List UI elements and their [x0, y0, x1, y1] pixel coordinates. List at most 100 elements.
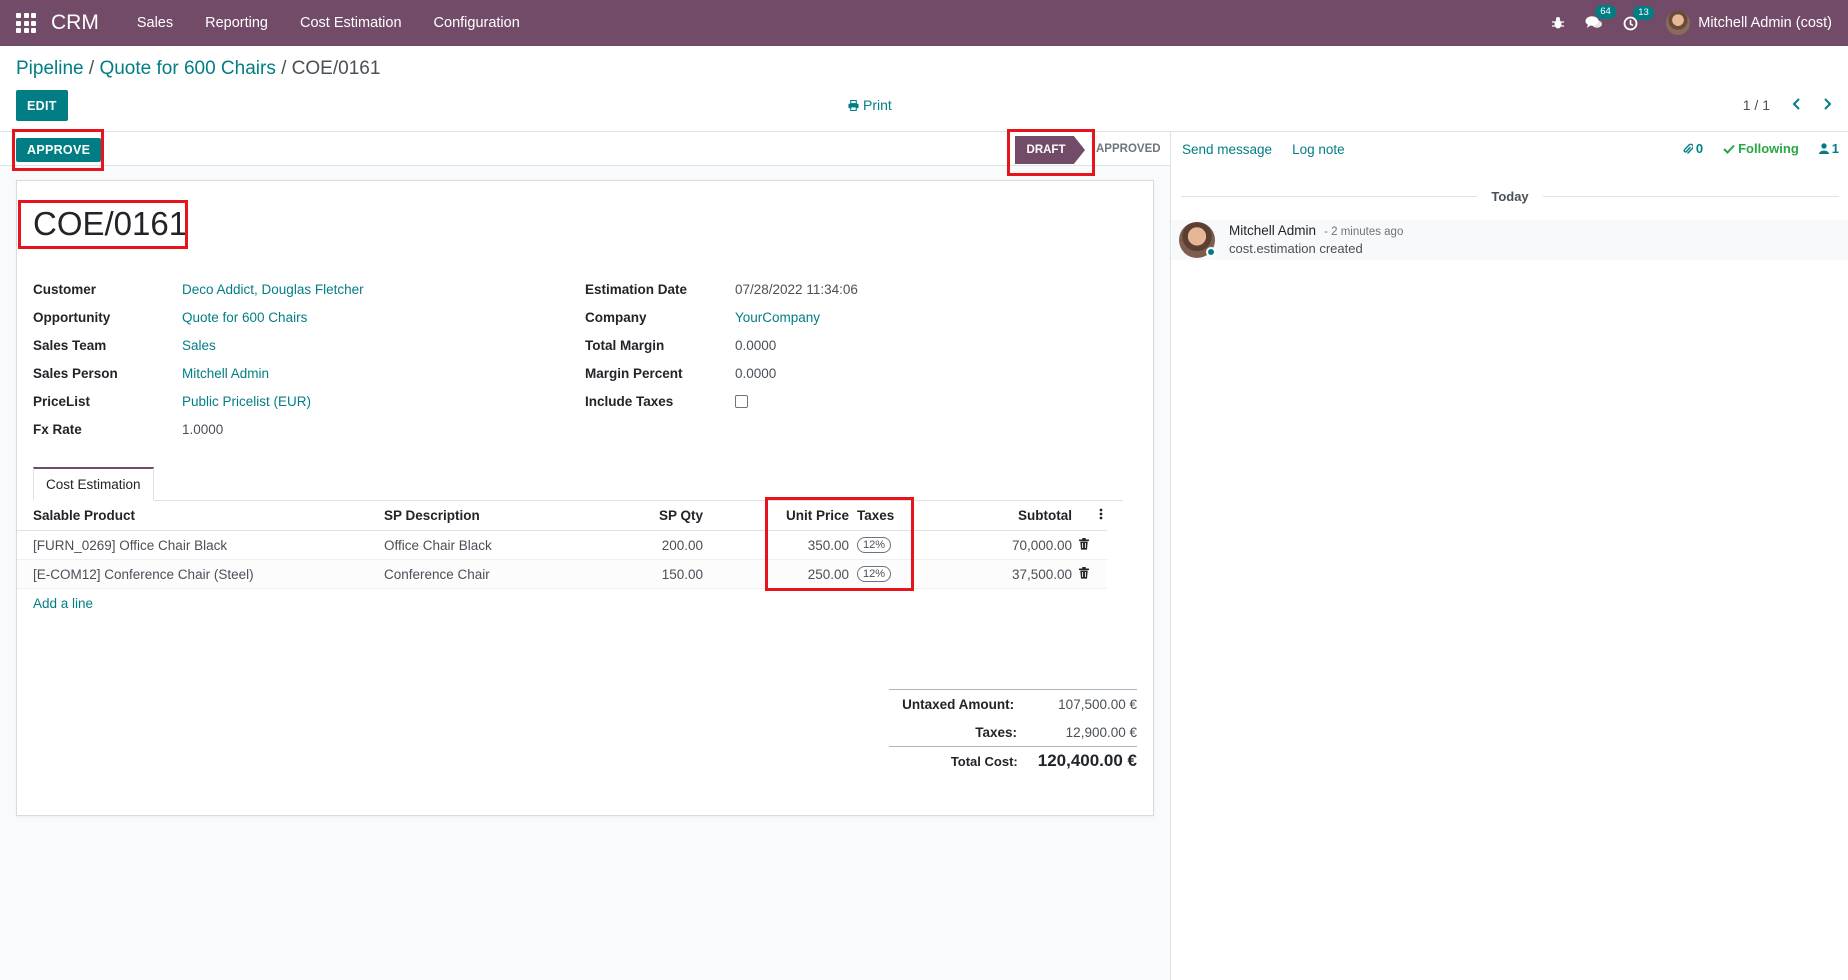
- table-row[interactable]: [E-COM12] Conference Chair (Steel) Confe…: [17, 560, 1107, 589]
- attachments-button[interactable]: 0: [1683, 141, 1703, 156]
- apps-menu-icon[interactable]: [16, 13, 36, 33]
- menu-reporting[interactable]: Reporting: [189, 0, 284, 46]
- menu-configuration[interactable]: Configuration: [418, 0, 536, 46]
- company-value[interactable]: YourCompany: [735, 310, 820, 325]
- taxes-value: 12,900.00 €: [1065, 724, 1137, 740]
- header-subtotal[interactable]: Subtotal: [1018, 508, 1072, 523]
- include-taxes-label: Include Taxes: [585, 393, 674, 409]
- estimation-date-label: Estimation Date: [585, 281, 688, 297]
- approve-button[interactable]: APPROVE: [16, 138, 102, 162]
- fields-left: Customer Deco Addict, Douglas Fletcher O…: [33, 275, 364, 443]
- edit-button[interactable]: EDIT: [16, 90, 68, 121]
- pager-next-icon[interactable]: [1823, 97, 1832, 113]
- date-separator-label: Today: [1491, 188, 1529, 204]
- delete-row-trash-icon[interactable]: [1079, 566, 1089, 582]
- table-row[interactable]: [FURN_0269] Office Chair Black Office Ch…: [17, 531, 1107, 560]
- row-tax-tag[interactable]: 12%: [857, 566, 892, 582]
- stage-draft[interactable]: DRAFT: [1015, 136, 1085, 164]
- cost-lines-table: Salable Product SP Description SP Qty Un…: [17, 501, 1107, 617]
- untaxed-amount-label: Untaxed Amount:: [902, 696, 1015, 712]
- pager-value[interactable]: 1 / 1: [1743, 97, 1770, 113]
- form-sheet: COE/0161 Customer Deco Addict, Douglas F…: [16, 180, 1154, 816]
- header-unit-price[interactable]: Unit Price: [786, 508, 849, 523]
- activities-clock-icon[interactable]: 13: [1623, 5, 1654, 31]
- optional-columns-icon[interactable]: [1099, 508, 1103, 523]
- total-cost-label: Total Cost:: [950, 753, 1018, 769]
- followers-button[interactable]: 1: [1818, 141, 1839, 156]
- send-message-button[interactable]: Send message: [1182, 142, 1272, 157]
- breadcrumb-opportunity[interactable]: Quote for 600 Chairs: [99, 58, 275, 79]
- row-qty[interactable]: 200.00: [662, 538, 703, 553]
- following-button[interactable]: Following: [1723, 141, 1799, 156]
- check-icon: [1723, 144, 1735, 154]
- totals-summary: Untaxed Amount: 107,500.00 € Taxes: 12,9…: [889, 689, 1137, 775]
- print-label: Print: [863, 97, 892, 113]
- menu-sales[interactable]: Sales: [121, 0, 189, 46]
- record-title: COE/0161: [33, 205, 188, 242]
- row-description[interactable]: Conference Chair: [384, 567, 490, 582]
- messages-icon[interactable]: 64: [1585, 5, 1616, 31]
- user-menu[interactable]: Mitchell Admin (cost): [1666, 11, 1832, 35]
- activities-count-badge: 13: [1633, 5, 1654, 20]
- margin-percent-label: Margin Percent: [585, 365, 683, 381]
- row-unit-price[interactable]: 250.00: [808, 567, 849, 582]
- sales-person-value[interactable]: Mitchell Admin: [182, 366, 269, 381]
- customer-value[interactable]: Deco Addict, Douglas Fletcher: [182, 282, 364, 297]
- row-qty[interactable]: 150.00: [662, 567, 703, 582]
- row-subtotal: 37,500.00: [1011, 566, 1072, 582]
- print-button[interactable]: Print: [848, 97, 892, 113]
- following-label: Following: [1738, 141, 1799, 156]
- total-margin-value: 0.0000: [735, 337, 777, 353]
- form-statusbar: APPROVE DRAFT APPROVED: [0, 132, 1170, 166]
- message-author[interactable]: Mitchell Admin: [1229, 223, 1316, 238]
- menu-cost-estimation[interactable]: Cost Estimation: [284, 0, 418, 46]
- stage-approved[interactable]: APPROVED: [1096, 143, 1161, 155]
- pager-previous-icon[interactable]: [1792, 97, 1801, 113]
- online-status-icon: [1206, 247, 1216, 257]
- form-view: APPROVE DRAFT APPROVED COE/0161 Customer…: [0, 132, 1170, 980]
- delete-row-trash-icon[interactable]: [1079, 537, 1089, 553]
- chatter-message[interactable]: Mitchell Admin - 2 minutes ago cost.esti…: [1171, 220, 1848, 260]
- chatter-topbar: Send message Log note 0 Following 1: [1171, 132, 1848, 166]
- app-brand[interactable]: CRM: [51, 11, 99, 35]
- author-avatar[interactable]: [1179, 222, 1216, 258]
- row-description[interactable]: Office Chair Black: [384, 538, 492, 553]
- breadcrumb-pipeline[interactable]: Pipeline: [16, 58, 84, 79]
- row-unit-price[interactable]: 350.00: [808, 538, 849, 553]
- sales-team-value[interactable]: Sales: [182, 338, 216, 353]
- debug-bug-icon[interactable]: [1551, 16, 1565, 30]
- log-note-button[interactable]: Log note: [1292, 142, 1345, 157]
- untaxed-amount-value: 107,500.00 €: [1058, 696, 1137, 712]
- messages-count-badge: 64: [1595, 5, 1616, 19]
- customer-label: Customer: [33, 281, 97, 297]
- company-label: Company: [585, 309, 647, 325]
- total-cost-value: 120,400.00 €: [1037, 751, 1137, 770]
- header-salable-product[interactable]: Salable Product: [33, 508, 135, 523]
- header-taxes[interactable]: Taxes: [857, 508, 894, 523]
- row-subtotal: 70,000.00: [1011, 537, 1072, 553]
- user-icon: [1818, 143, 1829, 154]
- print-icon: [848, 99, 859, 111]
- breadcrumb-separator: /: [275, 58, 292, 79]
- sales-team-label: Sales Team: [33, 337, 107, 353]
- fx-rate-value: 1.0000: [182, 421, 224, 437]
- taxes-label: Taxes:: [975, 724, 1017, 740]
- total-margin-label: Total Margin: [585, 337, 665, 353]
- include-taxes-checkbox[interactable]: [735, 394, 748, 408]
- opportunity-value[interactable]: Quote for 600 Chairs: [182, 310, 307, 325]
- fields-right: Estimation Date 07/28/2022 11:34:06 Comp…: [585, 275, 858, 415]
- followers-count: 1: [1831, 141, 1839, 156]
- header-sp-description[interactable]: SP Description: [384, 508, 480, 523]
- pricelist-value[interactable]: Public Pricelist (EUR): [182, 394, 311, 409]
- user-avatar: [1666, 11, 1691, 35]
- header-sp-qty[interactable]: SP Qty: [659, 508, 703, 523]
- chatter-panel: Send message Log note 0 Following 1 Toda…: [1170, 132, 1848, 980]
- tab-cost-estimation[interactable]: Cost Estimation: [33, 467, 154, 501]
- row-product[interactable]: [FURN_0269] Office Chair Black: [33, 538, 227, 553]
- row-tax-tag[interactable]: 12%: [857, 537, 892, 553]
- estimation-date-value: 07/28/2022 11:34:06: [735, 281, 858, 297]
- pager: 1 / 1: [1743, 97, 1832, 113]
- row-product[interactable]: [E-COM12] Conference Chair (Steel): [33, 567, 254, 582]
- add-a-line-link[interactable]: Add a line: [33, 596, 93, 611]
- breadcrumb-current: COE/0161: [291, 58, 381, 79]
